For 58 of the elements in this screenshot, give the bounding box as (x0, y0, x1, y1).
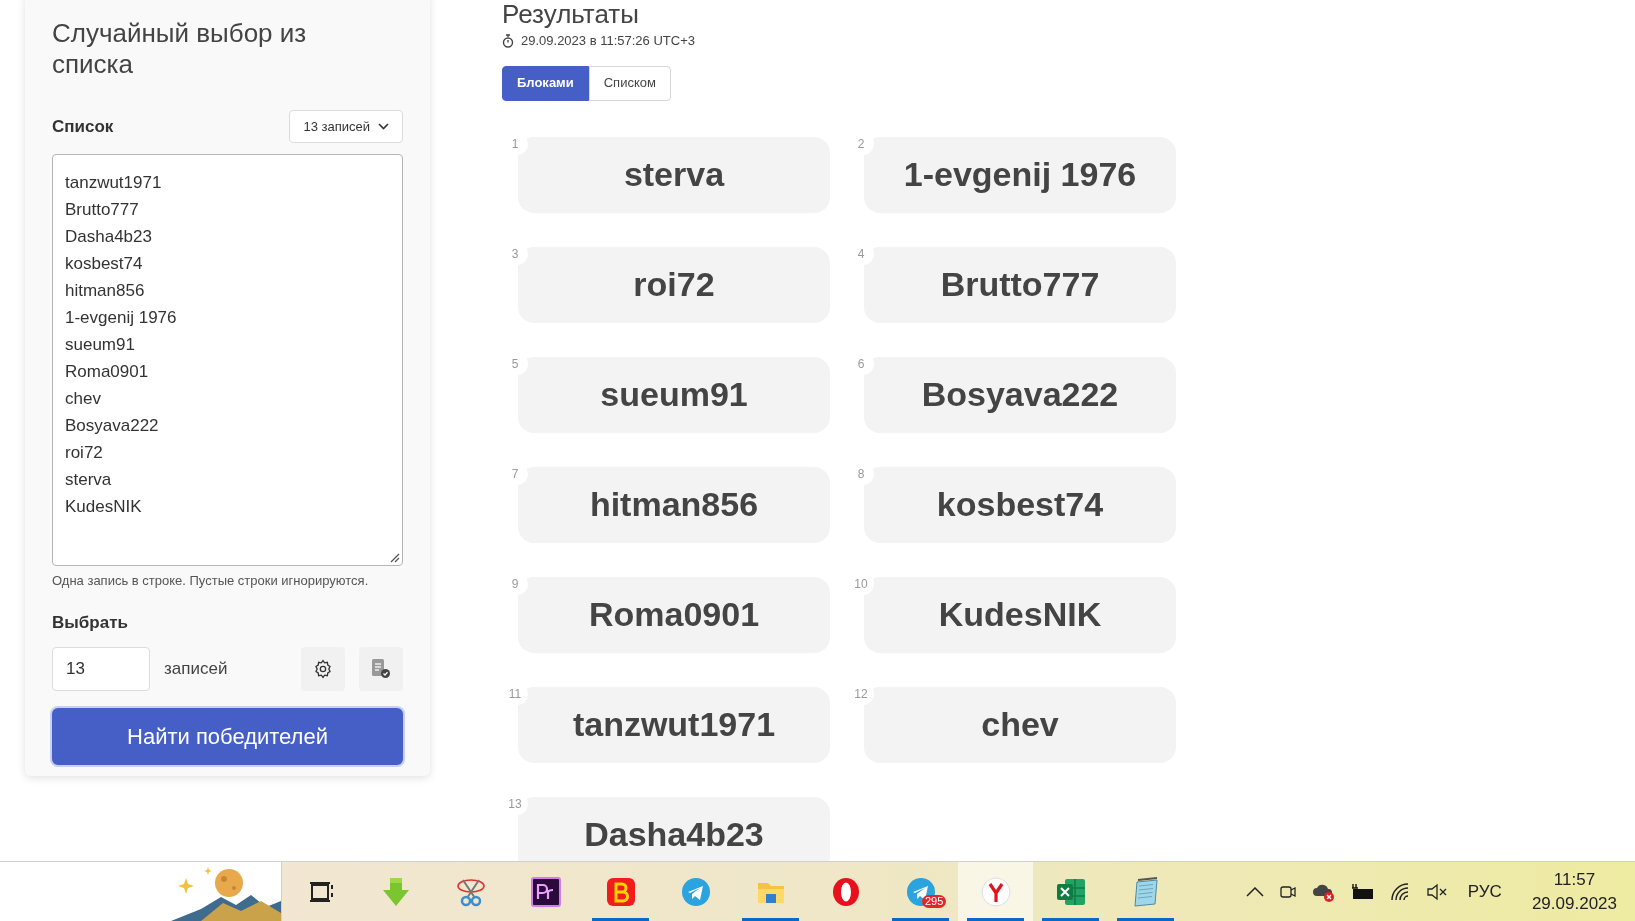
notification-badge: 295 (922, 895, 947, 908)
settings-icon (313, 659, 333, 679)
taskbar-app[interactable]: 295 (883, 862, 958, 921)
video-editor-icon (529, 875, 562, 908)
results-title: Результаты (502, 0, 639, 29)
list-entry: hitman856 (65, 280, 145, 302)
winner-name: hitman856 (589, 484, 759, 525)
list-entry: sterva (65, 469, 112, 491)
find-winners-button[interactable]: Найти победителей (52, 708, 403, 765)
list-entry: Dasha4b23 (65, 226, 152, 248)
winner-name: 1-evgenij 1976 (903, 154, 1137, 195)
winner-name: Brutto777 (940, 264, 1100, 305)
count-input[interactable]: 13 (52, 647, 150, 691)
list-entry: Brutto777 (65, 199, 139, 221)
view-tab[interactable]: Блоками (502, 65, 589, 101)
list-entry: tanzwut1971 (65, 172, 162, 194)
winner-name: kosbest74 (936, 484, 1104, 525)
list-entry: chev (65, 388, 101, 410)
list-entry: 1-evgenij 1976 (65, 307, 177, 329)
y-logo-icon (979, 875, 1012, 908)
winner-name: sterva (623, 154, 725, 195)
document-check-icon (370, 658, 392, 680)
list-field[interactable]: tanzwut1971 Brutto777 Dasha4b23 kosbest74 hitman856 1-evgenij 1976 sueum91 Roma0901 chev Bosyava222 roi72 sterva KudesNIK (52, 154, 403, 566)
chevron-down-icon (378, 123, 389, 130)
winner-name: roi72 (633, 264, 715, 305)
settings-button[interactable] (301, 647, 345, 691)
resize-handle-icon[interactable] (389, 552, 400, 563)
winner-name: KudesNIK (938, 594, 1102, 635)
winner-name: chev (981, 704, 1059, 745)
winner-name: tanzwut1971 (572, 704, 776, 745)
winner-name: Bosyava222 (921, 374, 1119, 415)
battery-charging-icon[interactable] (1349, 881, 1376, 902)
speaker-muted-icon[interactable] (1425, 881, 1448, 902)
pick-label: Выбрать (52, 611, 128, 634)
checklist-button[interactable] (359, 647, 403, 691)
panel-title: Случайный выбор из списка (52, 18, 308, 80)
list-entry: kosbest74 (65, 253, 143, 275)
language-indicator[interactable]: РУС (1467, 878, 1502, 905)
chevron-up-icon[interactable] (1245, 886, 1264, 897)
unit-label: записей (164, 658, 228, 681)
clock-date[interactable]: 29.09.2023 (1531, 891, 1617, 916)
stopwatch-icon (502, 33, 514, 48)
paper-plane-icon (679, 875, 712, 908)
browser-icon (604, 875, 637, 908)
list-entry: sueum91 (65, 334, 135, 356)
view-tab[interactable]: Списком (588, 65, 671, 101)
winner-name: sueum91 (600, 374, 748, 415)
list-entry: KudesNIK (65, 496, 142, 518)
timestamp: 29.09.2023 в 11:57:26 UTC+3 (521, 32, 695, 50)
list-entry: Bosyava222 (65, 415, 159, 437)
field-hint: Одна запись в строке. Пустые строки игнорируются. (52, 572, 369, 590)
winner-name: Roma0901 (588, 594, 760, 635)
list-entry: Roma0901 (65, 361, 149, 383)
clock-time[interactable]: 11:57 (1553, 867, 1596, 892)
list-label: Список (52, 115, 114, 138)
winner-name: Dasha4b23 (584, 814, 764, 855)
count-dropdown[interactable]: 13 записей (289, 110, 403, 143)
list-entry: roi72 (65, 442, 103, 464)
